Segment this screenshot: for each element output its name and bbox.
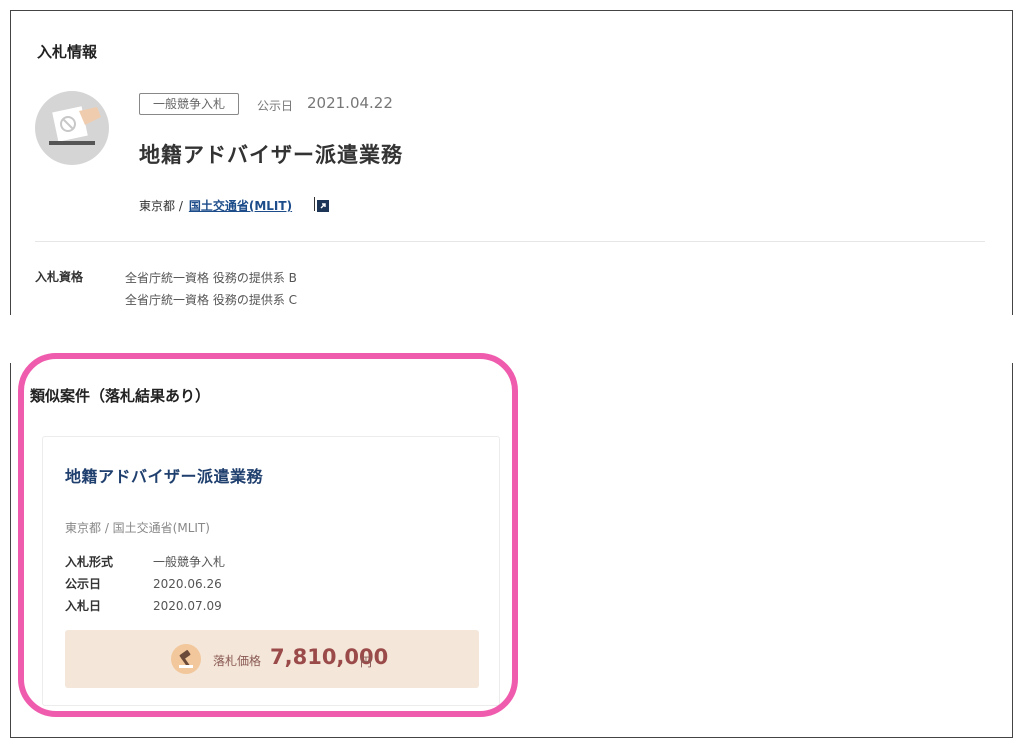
qualification-label: 入札資格 [35, 270, 84, 284]
ballot-box-icon [35, 91, 109, 165]
publication-date: 2021.04.22 [307, 94, 393, 112]
external-link-icon[interactable] [314, 197, 331, 212]
highlight-annotation [18, 353, 518, 717]
qualification-item: 全省庁統一資格 役務の提供系 B [125, 271, 297, 285]
bid-info-title: 入札情報 [37, 43, 98, 61]
agency-link[interactable]: 国土交通省(MLIT) [189, 199, 292, 213]
location: 東京都 / 国土交通省(MLIT) [139, 197, 292, 214]
page-title: 地籍アドバイザー派遣業務 [139, 143, 403, 167]
qualification-list: 全省庁統一資格 役務の提供系 B 全省庁統一資格 役務の提供系 C [125, 267, 297, 311]
bid-type-badge: 一般競争入札 [139, 93, 240, 115]
qualification-item: 全省庁統一資格 役務の提供系 C [125, 293, 298, 307]
divider [35, 241, 985, 242]
prefecture: 東京都 / [139, 199, 183, 213]
bid-info-panel: 入札情報 一般競争入札 公示日 2021.04.22 地籍アドバイザー派遣業務 … [10, 10, 1013, 315]
publication-label: 公示日 [257, 99, 294, 113]
